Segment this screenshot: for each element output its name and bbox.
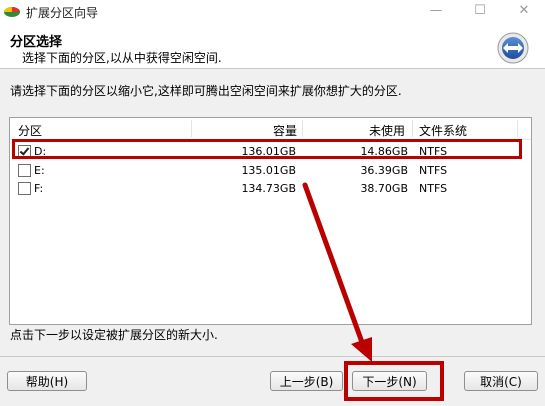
- instruction-text: 请选择下面的分区以缩小它,这样即可腾出空闲空间来扩展你想扩大的分区.: [10, 84, 402, 98]
- column-unused[interactable]: 未使用: [369, 122, 405, 139]
- column-divider: [412, 120, 413, 137]
- partition-row-e[interactable]: E: 135.01GB 36.39GB NTFS: [10, 161, 531, 180]
- cancel-button[interactable]: 取消(C): [464, 371, 538, 391]
- partition-capacity: 135.01GB: [241, 164, 296, 177]
- page-subtitle: 选择下面的分区,以从中获得空闲空间.: [22, 51, 222, 65]
- partition-name: E:: [34, 164, 45, 177]
- page-title: 分区选择: [10, 35, 63, 50]
- partition-capacity: 134.73GB: [241, 182, 296, 195]
- minimize-button[interactable]: —: [426, 2, 446, 20]
- partition-unused: 38.70GB: [360, 182, 408, 195]
- wizard-header: 分区选择 选择下面的分区,以从中获得空闲空间.: [0, 22, 545, 69]
- close-button[interactable]: ✕: [514, 2, 534, 20]
- select-checkbox[interactable]: [18, 182, 31, 195]
- column-divider: [191, 120, 192, 137]
- column-divider: [517, 120, 518, 137]
- partition-app-icon: [4, 7, 20, 17]
- button-divider: [0, 356, 545, 357]
- help-button[interactable]: 帮助(H): [7, 371, 87, 391]
- column-divider: [302, 120, 303, 137]
- window-title: 扩展分区向导: [26, 6, 99, 20]
- column-capacity[interactable]: 容量: [273, 122, 297, 139]
- title-bar: 扩展分区向导 — ☐ ✕: [0, 0, 545, 22]
- footer-hint: 点击下一步以设定被扩展分区的新大小.: [10, 328, 218, 342]
- partition-row-f[interactable]: F: 134.73GB 38.70GB NTFS: [10, 179, 531, 198]
- table-header: 分区 容量 未使用 文件系统: [10, 118, 531, 140]
- expand-arrows-icon: [497, 32, 529, 64]
- column-filesystem[interactable]: 文件系统: [419, 122, 467, 139]
- partition-unused: 36.39GB: [360, 164, 408, 177]
- partition-name: F:: [34, 182, 44, 195]
- row-highlight-annotation: [12, 139, 522, 159]
- select-checkbox[interactable]: [18, 164, 31, 177]
- back-button[interactable]: 上一步(B): [270, 371, 343, 391]
- column-partition[interactable]: 分区: [18, 122, 42, 139]
- partition-fs: NTFS: [419, 164, 448, 177]
- next-button-highlight-annotation: [344, 361, 444, 401]
- maximize-button[interactable]: ☐: [470, 2, 490, 20]
- partition-fs: NTFS: [419, 182, 448, 195]
